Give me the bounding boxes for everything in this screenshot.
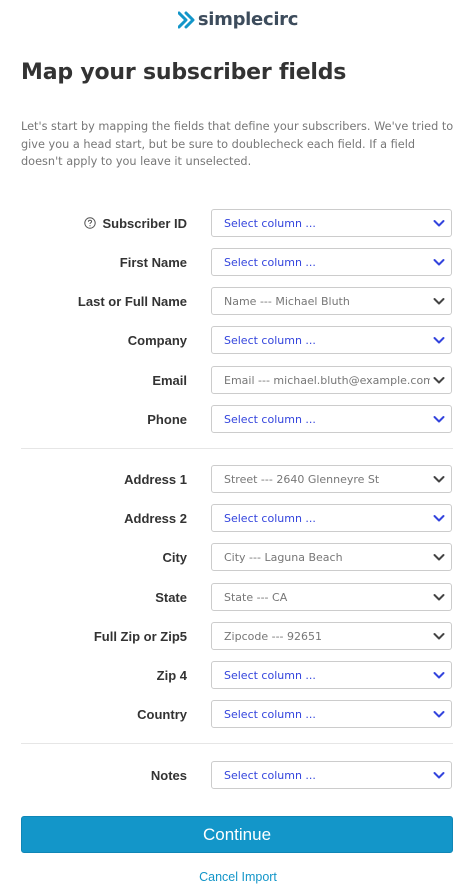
field-label-full-zip-or-zip5: Full Zip or Zip5 xyxy=(94,622,187,650)
field-label-zip-4: Zip 4 xyxy=(157,661,187,689)
field-row-city: City City --- Laguna Beach xyxy=(0,543,476,571)
field-row-country: Country Select column ... xyxy=(0,700,476,728)
column-select-city[interactable]: City --- Laguna Beach xyxy=(211,543,452,571)
chevron-down-icon xyxy=(433,633,445,640)
column-select-email[interactable]: Email --- michael.bluth@example.com xyxy=(211,366,452,394)
column-select-address-1[interactable]: Street --- 2640 Glenneyre St xyxy=(211,465,452,493)
field-row-subscriber-id: Subscriber ID Select column ... xyxy=(0,209,476,237)
field-label-text: Subscriber ID xyxy=(102,215,187,231)
field-row-first-name: First Name Select column ... xyxy=(0,248,476,276)
column-select-value: Select column ... xyxy=(224,333,316,347)
field-label-text: Country xyxy=(137,706,187,722)
help-icon[interactable] xyxy=(84,217,97,229)
column-select-value: Select column ... xyxy=(224,511,316,525)
page-title: Map your subscriber fields xyxy=(21,60,347,85)
column-select-zip-4[interactable]: Select column ... xyxy=(211,661,452,689)
field-label-last-or-full-name: Last or Full Name xyxy=(78,287,187,315)
chevron-down-icon xyxy=(433,416,445,423)
field-row-full-zip-or-zip5: Full Zip or Zip5 Zipcode --- 92651 xyxy=(0,622,476,650)
column-select-value: State --- CA xyxy=(224,590,288,604)
field-label-state: State xyxy=(155,583,187,611)
chevron-down-icon xyxy=(433,711,445,718)
column-select-country[interactable]: Select column ... xyxy=(211,700,452,728)
field-row-address-1: Address 1 Street --- 2640 Glenneyre St xyxy=(0,465,476,493)
field-row-address-2: Address 2 Select column ... xyxy=(0,504,476,532)
column-select-address-2[interactable]: Select column ... xyxy=(211,504,452,532)
field-label-text: Full Zip or Zip5 xyxy=(93,628,187,644)
field-row-notes: Notes Select column ... xyxy=(0,761,476,789)
column-select-value: Select column ... xyxy=(224,707,316,721)
column-select-value: Select column ... xyxy=(224,768,316,782)
chevron-down-icon xyxy=(433,220,445,227)
field-label-text: Address 1 xyxy=(124,471,187,487)
field-label-text: Address 2 xyxy=(124,510,187,526)
brand-logo: simplecirc xyxy=(0,9,476,30)
section-divider xyxy=(21,743,453,744)
chevron-down-icon xyxy=(433,594,445,601)
field-label-email: Email xyxy=(152,366,187,394)
chevron-down-icon xyxy=(433,377,445,384)
field-row-state: State State --- CA xyxy=(0,583,476,611)
field-label-notes: Notes xyxy=(151,761,187,789)
brand-name: simplecirc xyxy=(197,9,299,30)
chevron-down-icon xyxy=(433,476,445,483)
column-select-company[interactable]: Select column ... xyxy=(211,326,452,354)
field-row-zip-4: Zip 4 Select column ... xyxy=(0,661,476,689)
column-select-value: Select column ... xyxy=(224,255,316,269)
column-select-value: Select column ... xyxy=(224,412,316,426)
section-divider xyxy=(21,448,453,449)
field-label-text: Notes xyxy=(150,767,187,783)
column-select-value: Name --- Michael Bluth xyxy=(224,294,350,308)
field-label-country: Country xyxy=(137,700,187,728)
column-select-notes[interactable]: Select column ... xyxy=(211,761,452,789)
field-label-address-2: Address 2 xyxy=(124,504,187,532)
column-select-value: Zipcode --- 92651 xyxy=(224,629,322,643)
column-select-last-or-full-name[interactable]: Name --- Michael Bluth xyxy=(211,287,452,315)
cancel-import-link[interactable]: Cancel Import xyxy=(0,870,476,884)
field-label-address-1: Address 1 xyxy=(124,465,187,493)
field-label-text: Last or Full Name xyxy=(77,293,187,309)
field-label-text: Email xyxy=(152,372,187,388)
field-label-first-name: First Name xyxy=(120,248,187,276)
column-select-value: Street --- 2640 Glenneyre St xyxy=(224,472,380,486)
field-label-company: Company xyxy=(128,326,187,354)
chevron-down-icon xyxy=(433,337,445,344)
field-label-text: State xyxy=(155,589,187,605)
chevron-down-icon xyxy=(433,259,445,266)
intro-text: Let's start by mapping the fields that d… xyxy=(21,120,454,168)
column-select-subscriber-id[interactable]: Select column ... xyxy=(211,209,452,237)
chevron-down-icon xyxy=(433,298,445,305)
column-select-value: Select column ... xyxy=(224,216,316,230)
field-label-text: Phone xyxy=(147,411,187,427)
column-select-full-zip-or-zip5[interactable]: Zipcode --- 92651 xyxy=(211,622,452,650)
field-row-email: Email Email --- michael.bluth@example.com xyxy=(0,366,476,394)
field-label-text: First Name xyxy=(119,254,187,270)
field-row-last-or-full-name: Last or Full Name Name --- Michael Bluth xyxy=(0,287,476,315)
field-row-phone: Phone Select column ... xyxy=(0,405,476,433)
chevrons-right-icon xyxy=(177,11,195,28)
column-select-value: City --- Laguna Beach xyxy=(224,550,343,564)
field-row-company: Company Select column ... xyxy=(0,326,476,354)
column-select-phone[interactable]: Select column ... xyxy=(211,405,452,433)
field-label-city: City xyxy=(162,543,187,571)
chevron-down-icon xyxy=(433,554,445,561)
chevron-down-icon xyxy=(433,772,445,779)
column-select-first-name[interactable]: Select column ... xyxy=(211,248,452,276)
column-select-value: Email --- michael.bluth@example.com xyxy=(224,373,430,387)
field-label-text: Company xyxy=(127,332,187,348)
column-select-value: Select column ... xyxy=(224,668,316,682)
field-label-phone: Phone xyxy=(147,405,187,433)
chevron-down-icon xyxy=(433,515,445,522)
continue-button[interactable]: Continue xyxy=(21,816,453,853)
field-label-text: Zip 4 xyxy=(156,667,187,683)
field-label-text: City xyxy=(162,549,187,565)
chevron-down-icon xyxy=(433,672,445,679)
column-select-state[interactable]: State --- CA xyxy=(211,583,452,611)
field-label-subscriber-id: Subscriber ID xyxy=(84,209,187,237)
